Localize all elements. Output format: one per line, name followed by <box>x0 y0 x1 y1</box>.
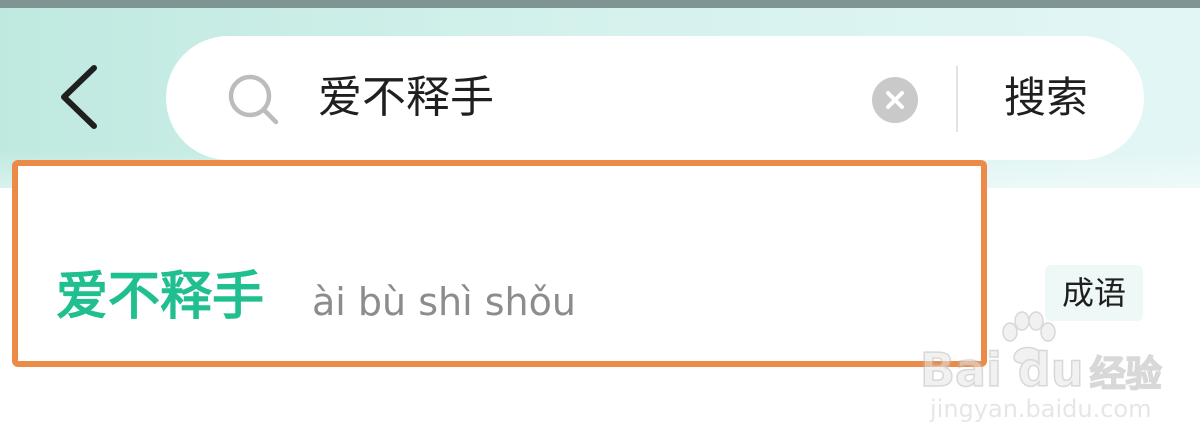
search-button[interactable]: 搜索 <box>1004 66 1088 130</box>
watermark: Bai du 经验 jingyan.baidu.com <box>912 310 1162 430</box>
result-pinyin: ài bù shì shǒu <box>312 280 576 324</box>
search-icon <box>224 70 284 130</box>
result-word: 爱不释手 <box>56 267 265 327</box>
watermark-logo: Bai du 经验 <box>919 343 1163 397</box>
status-strip <box>0 0 1200 8</box>
close-icon <box>886 91 904 109</box>
watermark-logo-text: Bai du <box>919 343 1084 397</box>
watermark-url: jingyan.baidu.com <box>930 395 1152 423</box>
search-divider <box>956 66 958 132</box>
watermark-logo-cn: 经验 <box>1089 353 1163 396</box>
clear-search-button[interactable] <box>872 77 918 123</box>
search-input[interactable]: 爱不释手 <box>318 66 494 130</box>
chevron-left-icon <box>61 65 97 129</box>
back-button[interactable] <box>52 62 112 132</box>
search-bar: 爱不释手 搜索 <box>166 36 1144 160</box>
